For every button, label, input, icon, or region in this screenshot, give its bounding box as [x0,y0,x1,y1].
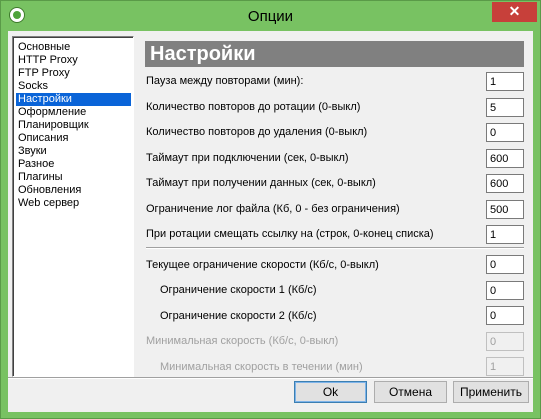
min-speed-label: Минимальная скорость (Кб/с, 0-выкл) [146,335,339,347]
nav-item-web-server[interactable]: Web сервер [16,197,81,210]
nav-item-scheduler[interactable]: Планировщик [16,119,91,132]
receive-timeout-field[interactable]: 600 [486,174,524,193]
nav-item-misc[interactable]: Разное [16,158,56,171]
min-speed-duration-field: 1 [486,357,524,376]
log-limit-field[interactable]: 500 [486,200,524,219]
current-speed-limit-field[interactable]: 0 [486,255,524,274]
nav-item-updates[interactable]: Обновления [16,184,83,197]
category-list[interactable]: Основные HTTP Proxy FTP Proxy Socks Наст… [12,36,134,377]
speed-limit-2-label: Ограничение скорости 2 (Кб/с) [160,310,317,322]
nav-item-settings[interactable]: Настройки [16,93,131,106]
retries-before-rotation-label: Количество повторов до ротации (0-выкл) [146,101,361,113]
dialog-client-area: Основные HTTP Proxy FTP Proxy Socks Наст… [8,31,533,412]
nav-item-descriptions[interactable]: Описания [16,132,70,145]
ok-button[interactable]: Ok [294,381,367,403]
rotation-shift-label: При ротации смещать ссылку на (строк, 0-… [146,228,434,240]
log-limit-label: Ограничение лог файла (Кб, 0 - без огран… [146,203,400,215]
nav-item-ftp-proxy[interactable]: FTP Proxy [16,67,72,80]
close-button[interactable]: ✕ [492,2,537,22]
title-bar[interactable]: Опции ✕ [1,1,540,31]
retry-pause-field[interactable]: 1 [486,72,524,91]
nav-item-sounds[interactable]: Звуки [16,145,49,158]
retry-pause-label: Пауза между повторами (мин): [146,75,304,87]
rotation-shift-field[interactable]: 1 [486,225,524,244]
nav-item-socks[interactable]: Socks [16,80,50,93]
retries-before-delete-field[interactable]: 0 [486,123,524,142]
options-window: Опции ✕ Основные HTTP Proxy FTP Proxy So… [0,0,541,419]
receive-timeout-label: Таймаут при получении данных (сек, 0-вык… [146,177,376,189]
min-speed-field: 0 [486,332,524,351]
close-icon: ✕ [508,3,521,19]
speed-limit-1-label: Ограничение скорости 1 (Кб/с) [160,284,317,296]
nav-item-appearance[interactable]: Оформление [16,106,88,119]
footer-divider [8,377,533,379]
nav-item-main[interactable]: Основные [16,41,72,54]
retries-before-rotation-field[interactable]: 5 [486,98,524,117]
speed-limit-1-field[interactable]: 0 [486,281,524,300]
connect-timeout-label: Таймаут при подключении (сек, 0-выкл) [146,152,349,164]
retries-before-delete-label: Количество повторов до удаления (0-выкл) [146,126,368,138]
section-divider [146,247,524,249]
cancel-button[interactable]: Отмена [374,381,447,403]
connect-timeout-field[interactable]: 600 [486,149,524,168]
apply-button[interactable]: Применить [453,381,529,403]
current-speed-limit-label: Текущее ограничение скорости (Кб/с, 0-вы… [146,259,379,271]
nav-item-plugins[interactable]: Плагины [16,171,65,184]
page-title: Настройки [145,41,524,67]
settings-panel: Настройки Пауза между повторами (мин): 1… [140,36,526,380]
window-title: Опции [247,8,294,25]
speed-limit-2-field[interactable]: 0 [486,306,524,325]
nav-item-http-proxy[interactable]: HTTP Proxy [16,54,80,67]
min-speed-duration-label: Минимальная скорость в течении (мин) [160,361,363,373]
